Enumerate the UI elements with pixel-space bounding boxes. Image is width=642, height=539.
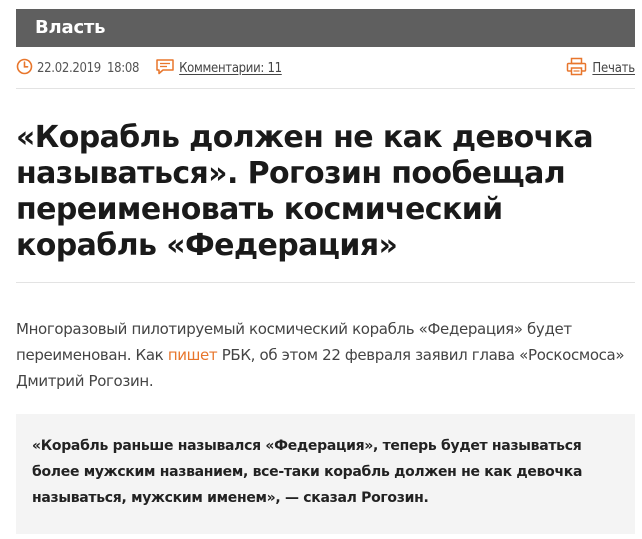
headline-divider [16,282,635,283]
print-link[interactable]: Печать [592,61,635,76]
quote-block: «Корабль раньше назывался «Федерация», т… [16,414,635,534]
publish-date: 22.02.2019 [37,60,101,76]
meta-divider [16,88,635,89]
publish-time: 18:08 [106,60,140,76]
source-link[interactable]: пишет [168,346,218,364]
comments-link[interactable]: Комментарии: 11 [179,61,282,76]
article-headline: «Корабль должен не как девочка называтьс… [16,120,594,263]
rubric-label[interactable]: Власть [16,9,635,47]
clock-icon [16,58,33,79]
printer-icon[interactable] [566,57,587,80]
article-lead: Многоразовый пилотируемый космический ко… [16,316,635,394]
article-meta: 22.02.2019 18:08 Комментарии: 11 Печать [16,56,635,80]
speech-bubble-icon[interactable] [155,58,175,79]
